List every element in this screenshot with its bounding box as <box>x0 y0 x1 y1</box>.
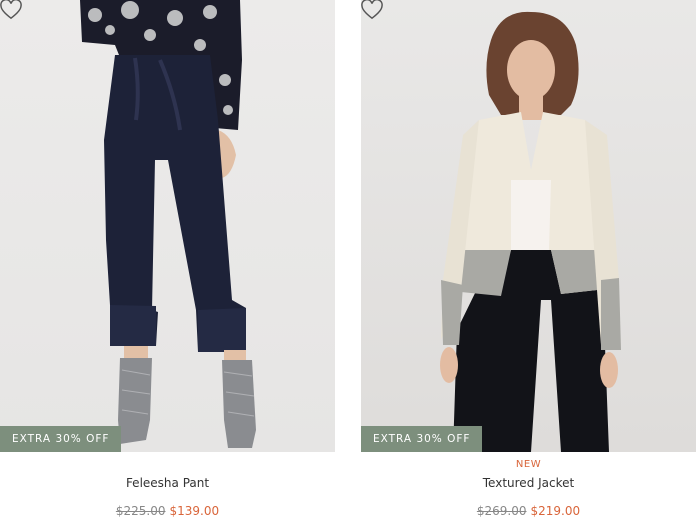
discount-badge: EXTRA 30% OFF <box>0 426 122 452</box>
model-photo-pant <box>80 0 256 448</box>
heart-icon[interactable] <box>0 0 22 20</box>
product-name[interactable]: Feleesha Pant <box>0 476 335 490</box>
price-row: $225.00 $139.00 <box>0 504 335 518</box>
model-photo-jacket <box>440 11 621 452</box>
product-name[interactable]: Textured Jacket <box>361 476 696 490</box>
original-price: $225.00 <box>115 504 166 518</box>
product-card-feleesha-pant[interactable]: EXTRA 30% OFF Feleesha Pant $225.00 $139.… <box>0 0 335 518</box>
sale-price: $219.00 <box>530 504 581 518</box>
new-label: NEW <box>515 459 542 470</box>
product-image[interactable]: EXTRA 30% OFF <box>0 0 335 452</box>
price-row: $269.00 $219.00 <box>361 504 696 518</box>
product-image[interactable]: EXTRA 30% OFF <box>361 0 696 452</box>
product-card-textured-jacket[interactable]: EXTRA 30% OFF NEW Textured Jacket $269.0… <box>361 0 696 518</box>
sale-price: $139.00 <box>169 504 220 518</box>
original-price: $269.00 <box>476 504 527 518</box>
discount-badge: EXTRA 30% OFF <box>361 426 483 452</box>
heart-icon[interactable] <box>361 0 383 20</box>
